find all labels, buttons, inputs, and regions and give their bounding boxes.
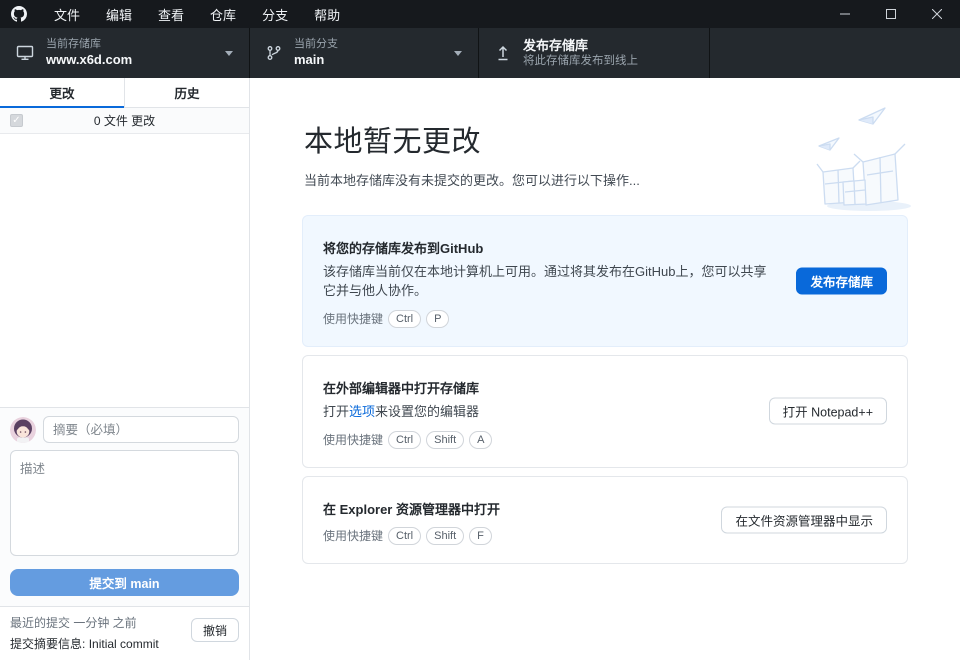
- card-open-external-editor: 在外部编辑器中打开存储库 打开选项来设置您的编辑器 使用快捷键 Ctrl Shi…: [302, 355, 908, 468]
- minimize-icon: [840, 9, 850, 19]
- menubar: 文件 编辑 查看 仓库 分支 帮助: [41, 0, 353, 28]
- card-title: 在外部编辑器中打开存储库: [323, 378, 887, 397]
- close-button[interactable]: [914, 0, 960, 28]
- maximize-button[interactable]: [868, 0, 914, 28]
- changes-summary-row: ✓ 0 文件 更改: [0, 108, 249, 134]
- card-body: 该存储库当前仅在本地计算机上可用。通过将其发布在GitHub上，您可以共享它并与…: [323, 263, 768, 301]
- main-content: 本地暂无更改 当前本地存储库没有未提交的更改。您可以进行以下操作... 将您的存…: [250, 78, 960, 660]
- tab-history[interactable]: 历史: [124, 78, 249, 108]
- menu-repository[interactable]: 仓库: [197, 0, 249, 28]
- empty-state-boxes-illustration: [797, 100, 915, 215]
- shortcut-label: 使用快捷键: [323, 431, 383, 448]
- card-body-prefix: 打开: [323, 404, 349, 419]
- repo-name: www.x6d.com: [46, 52, 132, 68]
- commit-description-input[interactable]: [10, 450, 239, 556]
- publish-title: 发布存储库: [523, 38, 638, 54]
- toolbar-spacer: [710, 28, 960, 78]
- chevron-down-icon: [454, 51, 462, 56]
- menu-view[interactable]: 查看: [145, 0, 197, 28]
- menu-file[interactable]: 文件: [41, 0, 93, 28]
- github-logo-icon: [11, 6, 27, 22]
- publish-repository-button[interactable]: 发布存储库: [796, 267, 887, 294]
- card-body-suffix: 来设置您的编辑器: [375, 404, 479, 419]
- commit-summary-input[interactable]: [43, 416, 239, 443]
- shortcut-label: 使用快捷键: [323, 310, 383, 327]
- commit-form: 提交到 main: [0, 407, 249, 606]
- shortcut-label: 使用快捷键: [323, 527, 383, 544]
- menu-branch[interactable]: 分支: [249, 0, 301, 28]
- branch-name: main: [294, 52, 338, 68]
- recent-commit-label: 提交摘要信息:: [10, 637, 85, 651]
- kbd-ctrl: Ctrl: [388, 527, 421, 545]
- kbd-f: F: [469, 527, 492, 545]
- select-all-checkbox[interactable]: ✓: [10, 114, 23, 127]
- current-repository-dropdown[interactable]: 当前存储库 www.x6d.com: [0, 28, 250, 78]
- git-branch-icon: [266, 45, 282, 61]
- options-link[interactable]: 选项: [349, 404, 375, 419]
- changed-files-list: [0, 134, 249, 407]
- chevron-down-icon: [225, 51, 233, 56]
- open-editor-button[interactable]: 打开 Notepad++: [769, 398, 887, 425]
- publish-subtitle: 将此存储库发布到线上: [523, 54, 638, 68]
- card-title: 将您的存储库发布到GitHub: [323, 238, 887, 257]
- kbd-a: A: [469, 431, 492, 449]
- close-icon: [932, 9, 942, 19]
- publish-repository-toolbar-button[interactable]: 发布存储库 将此存储库发布到线上: [479, 28, 710, 78]
- repo-label: 当前存储库: [46, 38, 132, 52]
- undo-button[interactable]: 撤销: [191, 618, 239, 642]
- card-open-in-explorer: 在 Explorer 资源管理器中打开 使用快捷键 Ctrl Shift F 在…: [302, 476, 908, 564]
- titlebar: 文件 编辑 查看 仓库 分支 帮助: [0, 0, 960, 28]
- commit-button[interactable]: 提交到 main: [10, 569, 239, 596]
- commit-button-branch: main: [130, 577, 159, 591]
- toolbar: 当前存储库 www.x6d.com 当前分支 main: [0, 28, 960, 78]
- maximize-icon: [886, 9, 896, 19]
- branch-label: 当前分支: [294, 38, 338, 52]
- upload-icon: [495, 45, 511, 61]
- show-in-explorer-button[interactable]: 在文件资源管理器中显示: [721, 506, 887, 533]
- window-controls: [822, 0, 960, 28]
- kbd-shift: Shift: [426, 431, 464, 449]
- minimize-button[interactable]: [822, 0, 868, 28]
- kbd-ctrl: Ctrl: [388, 431, 421, 449]
- avatar: [10, 417, 36, 443]
- tab-changes[interactable]: 更改: [0, 78, 124, 108]
- commit-button-prefix: 提交到: [89, 577, 130, 591]
- kbd-ctrl: Ctrl: [388, 310, 421, 328]
- computer-icon: [16, 45, 34, 61]
- menu-help[interactable]: 帮助: [301, 0, 353, 28]
- current-branch-dropdown[interactable]: 当前分支 main: [250, 28, 479, 78]
- sidebar-tabs: 更改 历史: [0, 78, 249, 108]
- recent-commit-section: 最近的提交 一分钟 之前 提交摘要信息: Initial commit 撤销: [0, 606, 249, 660]
- kbd-shift: Shift: [426, 527, 464, 545]
- card-publish-repository: 将您的存储库发布到GitHub 该存储库当前仅在本地计算机上可用。通过将其发布在…: [302, 215, 908, 347]
- menu-edit[interactable]: 编辑: [93, 0, 145, 28]
- github-desktop-window: 文件 编辑 查看 仓库 分支 帮助: [0, 0, 960, 660]
- changes-summary-text: 0 文件 更改: [94, 112, 155, 129]
- kbd-p: P: [426, 310, 449, 328]
- action-cards: 将您的存储库发布到GitHub 该存储库当前仅在本地计算机上可用。通过将其发布在…: [302, 215, 908, 564]
- sidebar: 更改 历史 ✓ 0 文件 更改: [0, 78, 250, 660]
- recent-commit-message: Initial commit: [89, 637, 159, 651]
